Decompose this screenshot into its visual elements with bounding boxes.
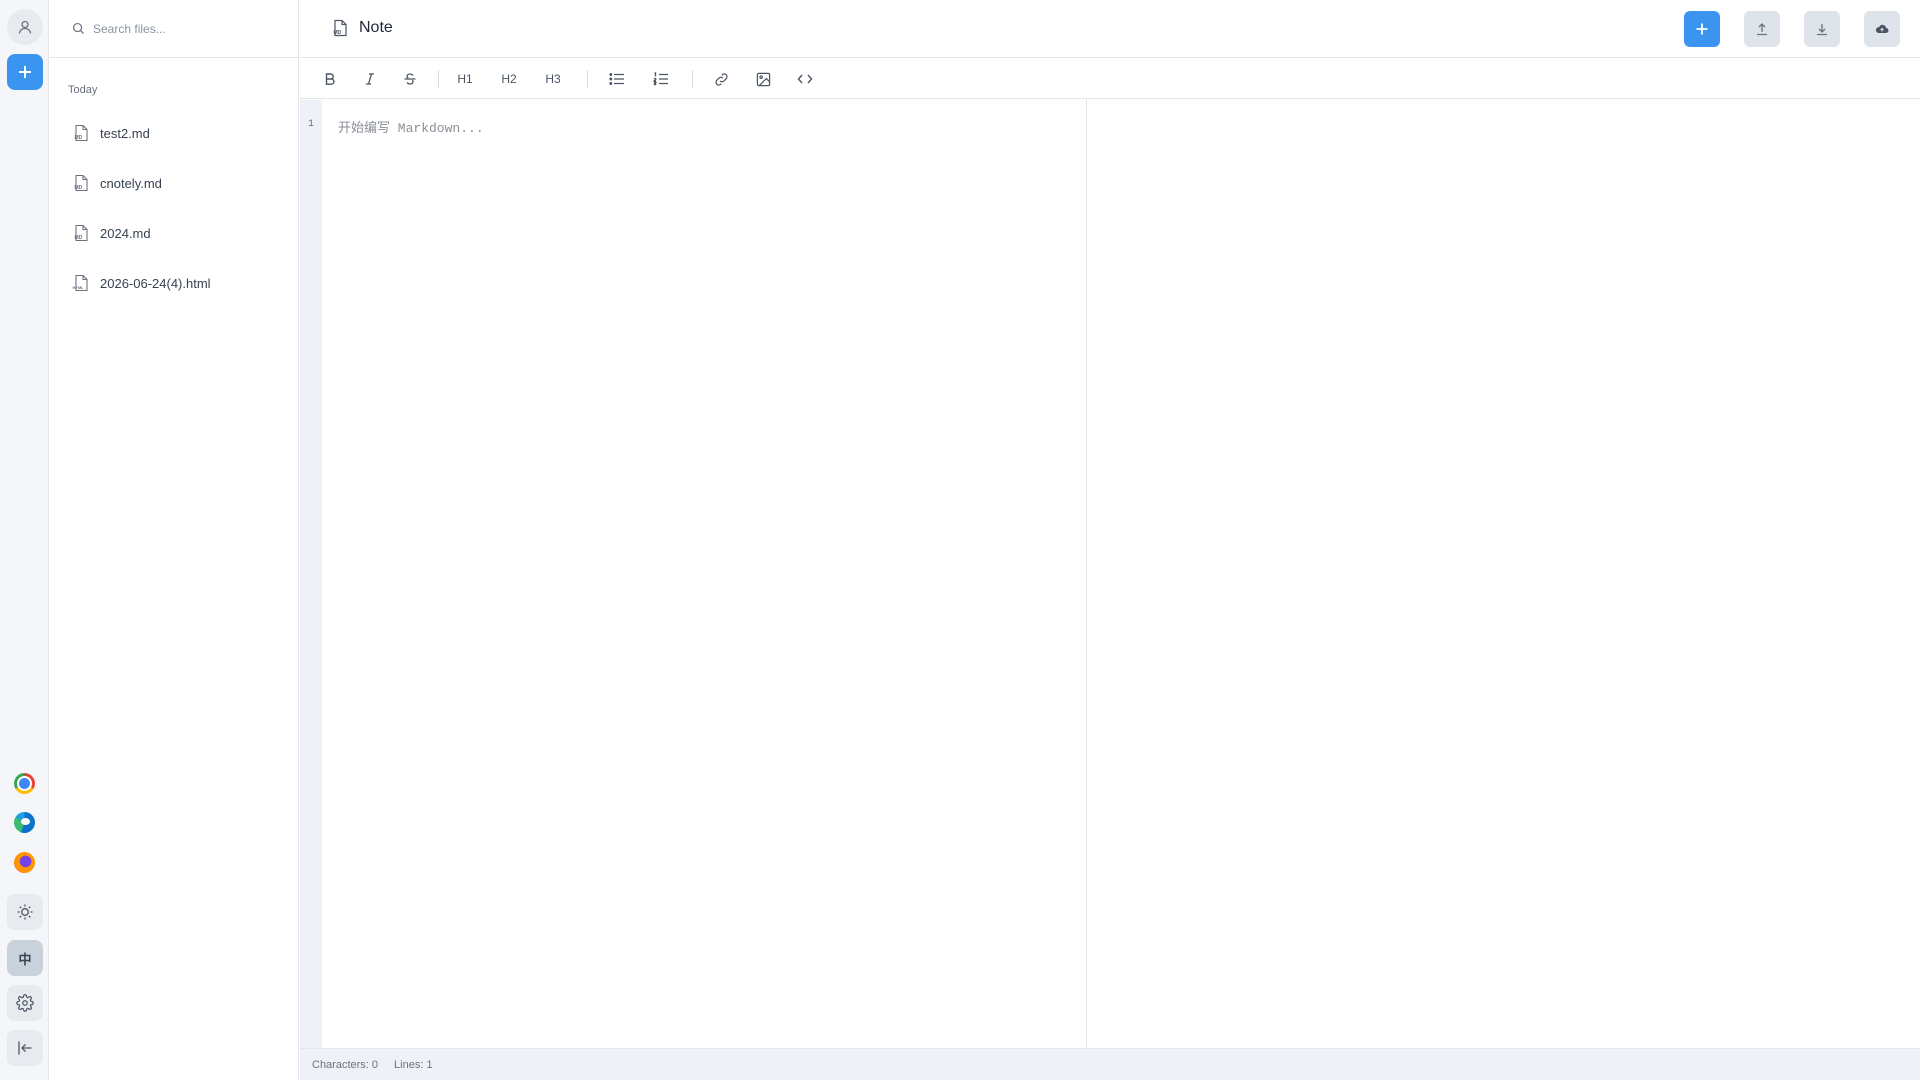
image-button[interactable] bbox=[750, 66, 776, 92]
heading1-label: H1 bbox=[457, 72, 473, 86]
bullet-list-button[interactable] bbox=[604, 66, 630, 92]
main-panel: MD Note H1 H2 H3 1 开始编写 Markdown... Char… bbox=[300, 0, 1920, 1080]
file-name: 2024.md bbox=[100, 225, 151, 241]
editor-header: MD Note bbox=[300, 0, 1920, 58]
markdown-preview bbox=[1087, 100, 1920, 1048]
md-file-icon: MD bbox=[334, 19, 347, 37]
numbered-list-icon bbox=[653, 72, 668, 86]
cloud-icon bbox=[1875, 24, 1889, 33]
svg-text:MD: MD bbox=[75, 235, 83, 241]
code-button[interactable] bbox=[792, 66, 818, 92]
editor-placeholder: 开始编写 Markdown... bbox=[338, 121, 484, 136]
svg-text:HTML: HTML bbox=[73, 285, 85, 290]
code-icon bbox=[797, 74, 813, 84]
search-bar bbox=[50, 0, 299, 58]
italic-button[interactable] bbox=[357, 66, 383, 92]
heading3-label: H3 bbox=[545, 72, 561, 86]
language-toggle-button[interactable]: 中 bbox=[7, 940, 43, 976]
file-item-2024[interactable]: MD 2024.md bbox=[50, 213, 299, 253]
toolbar-divider bbox=[438, 70, 439, 88]
toolbar-divider bbox=[692, 70, 693, 88]
upload-button[interactable] bbox=[1744, 11, 1780, 47]
format-toolbar: H1 H2 H3 bbox=[300, 58, 1920, 99]
image-icon bbox=[756, 72, 770, 86]
numbered-list-button[interactable] bbox=[648, 66, 674, 92]
md-file-icon: MD bbox=[75, 224, 88, 242]
link-icon bbox=[714, 72, 728, 86]
search-icon bbox=[72, 22, 85, 35]
strikethrough-icon bbox=[404, 73, 416, 85]
toolbar-divider bbox=[587, 70, 588, 88]
plus-icon bbox=[1696, 23, 1708, 35]
file-name: test2.md bbox=[100, 125, 150, 141]
line-number: 1 bbox=[308, 119, 315, 130]
file-group-label: Today bbox=[68, 84, 98, 96]
bullet-list-icon bbox=[609, 73, 624, 85]
chrome-icon[interactable] bbox=[14, 773, 35, 794]
firefox-icon[interactable] bbox=[14, 852, 35, 873]
settings-button[interactable] bbox=[7, 985, 43, 1021]
status-bar: Characters: 0 Lines: 1 bbox=[300, 1048, 1920, 1080]
md-file-icon: MD bbox=[75, 124, 88, 142]
bold-button[interactable] bbox=[317, 66, 343, 92]
file-item-cnotely[interactable]: MD cnotely.md bbox=[50, 163, 299, 203]
file-name: cnotely.md bbox=[100, 175, 162, 191]
svg-text:MD: MD bbox=[75, 135, 83, 141]
svg-text:MD: MD bbox=[334, 30, 342, 36]
file-item-2026-06-24[interactable]: HTML 2026-06-24(4).html bbox=[50, 263, 299, 303]
markdown-editor[interactable] bbox=[322, 100, 1086, 1048]
html-file-icon: HTML bbox=[73, 274, 88, 292]
user-icon bbox=[18, 20, 32, 34]
upload-icon bbox=[1757, 23, 1767, 36]
download-icon bbox=[1817, 24, 1827, 36]
edge-icon[interactable] bbox=[14, 812, 35, 833]
character-count: Characters: 0 bbox=[312, 1058, 379, 1071]
svg-text:MD: MD bbox=[75, 185, 83, 191]
italic-icon bbox=[366, 73, 374, 85]
search-input[interactable] bbox=[93, 21, 283, 36]
bold-icon bbox=[325, 73, 335, 85]
heading1-button[interactable]: H1 bbox=[452, 66, 478, 92]
heading3-button[interactable]: H3 bbox=[540, 66, 566, 92]
file-item-test2[interactable]: MD test2.md bbox=[50, 113, 299, 153]
strikethrough-button[interactable] bbox=[397, 66, 423, 92]
cloud-sync-button[interactable] bbox=[1864, 11, 1900, 47]
file-sidebar: Today MD test2.md MD cnotely.md MD 2024.… bbox=[50, 0, 299, 1080]
md-file-icon: MD bbox=[75, 174, 88, 192]
link-button[interactable] bbox=[708, 66, 734, 92]
document-title: MD Note bbox=[331, 19, 393, 37]
heading2-button[interactable]: H2 bbox=[496, 66, 522, 92]
theme-toggle-button[interactable] bbox=[7, 894, 43, 930]
gear-icon bbox=[16, 994, 34, 1012]
download-button[interactable] bbox=[1804, 11, 1840, 47]
left-rail: 中 bbox=[0, 0, 49, 1080]
logout-icon bbox=[18, 1041, 32, 1055]
new-note-button[interactable] bbox=[7, 54, 43, 90]
heading2-label: H2 bbox=[501, 72, 517, 86]
user-avatar-button[interactable] bbox=[7, 9, 43, 45]
plus-icon bbox=[19, 66, 31, 78]
file-name: 2026-06-24(4).html bbox=[100, 275, 211, 291]
sun-icon bbox=[17, 904, 33, 920]
line-count: Lines: 1 bbox=[394, 1058, 433, 1071]
new-file-button[interactable] bbox=[1684, 11, 1720, 47]
logout-button[interactable] bbox=[7, 1030, 43, 1066]
line-number-gutter bbox=[300, 100, 322, 1048]
language-label: 中 bbox=[18, 951, 32, 967]
document-title-text: Note bbox=[359, 19, 393, 36]
